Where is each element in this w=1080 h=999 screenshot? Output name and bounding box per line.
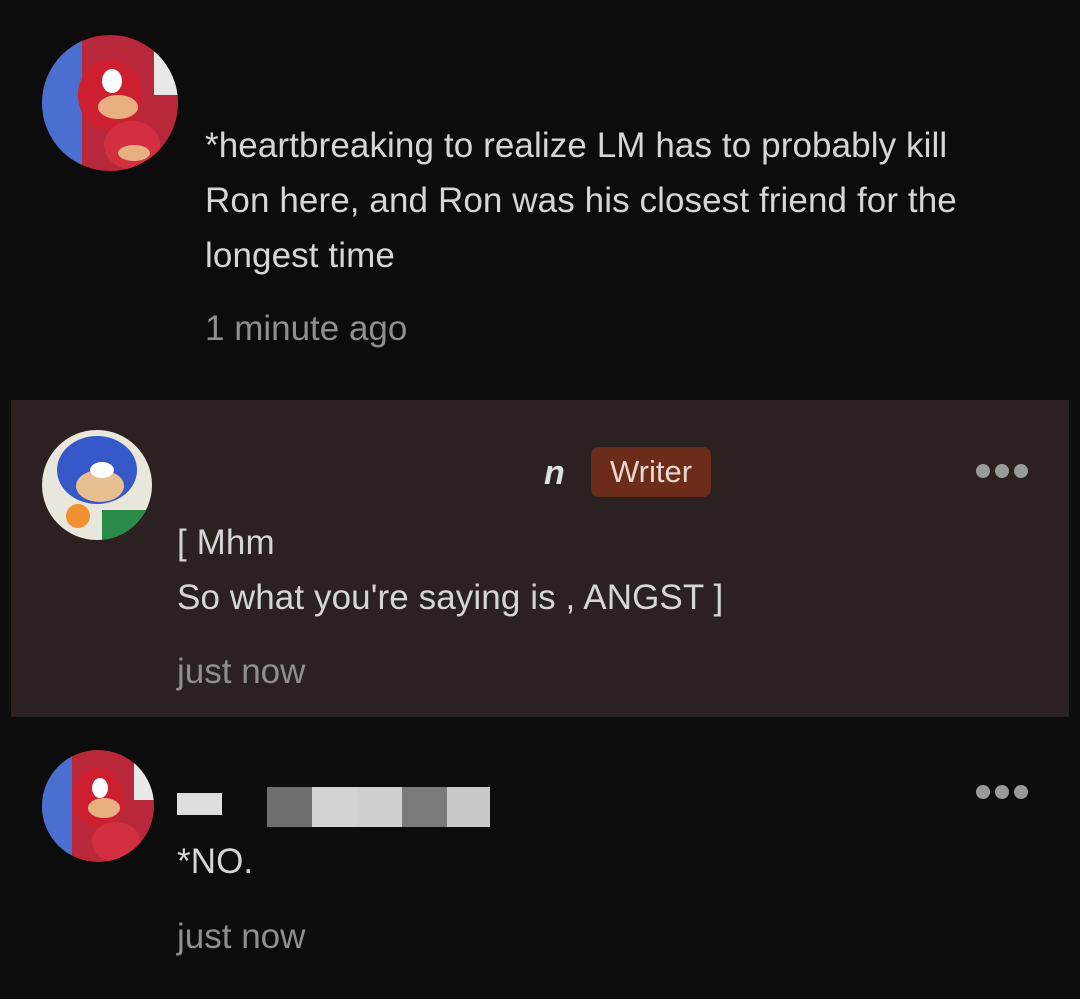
comment-timestamp: just now: [177, 652, 306, 691]
dot-icon: [1014, 464, 1028, 478]
dot-icon: [995, 785, 1009, 799]
dot-icon: [1014, 785, 1028, 799]
more-options-button[interactable]: [976, 464, 1028, 478]
comment-text-line: longest time: [205, 236, 395, 275]
comment-text-line: *heartbreaking to realize LM has to prob…: [205, 126, 948, 165]
avatar[interactable]: [42, 750, 154, 862]
redacted-username: [177, 787, 490, 827]
dot-icon: [995, 464, 1009, 478]
dot-icon: [976, 464, 990, 478]
comment-text: [ Mhm So what you're saying is , ANGST ]: [177, 515, 723, 625]
comment-timestamp: 1 minute ago: [205, 309, 408, 348]
comment-text-line: So what you're saying is , ANGST ]: [177, 578, 724, 617]
username[interactable]: n: [544, 454, 565, 493]
comment-text-line: [ Mhm: [177, 523, 275, 562]
comment-text-line: Ron here, and Ron was his closest friend…: [205, 181, 957, 220]
comment-text: *NO.: [177, 834, 253, 889]
dot-icon: [976, 785, 990, 799]
comment-text-line: *NO.: [177, 842, 254, 881]
more-options-button[interactable]: [976, 785, 1028, 799]
avatar[interactable]: [42, 35, 178, 171]
comment-text: *heartbreaking to realize LM has to prob…: [205, 118, 957, 283]
comment-timestamp: just now: [177, 917, 306, 956]
avatar[interactable]: [42, 430, 152, 540]
writer-badge: Writer: [591, 447, 711, 497]
